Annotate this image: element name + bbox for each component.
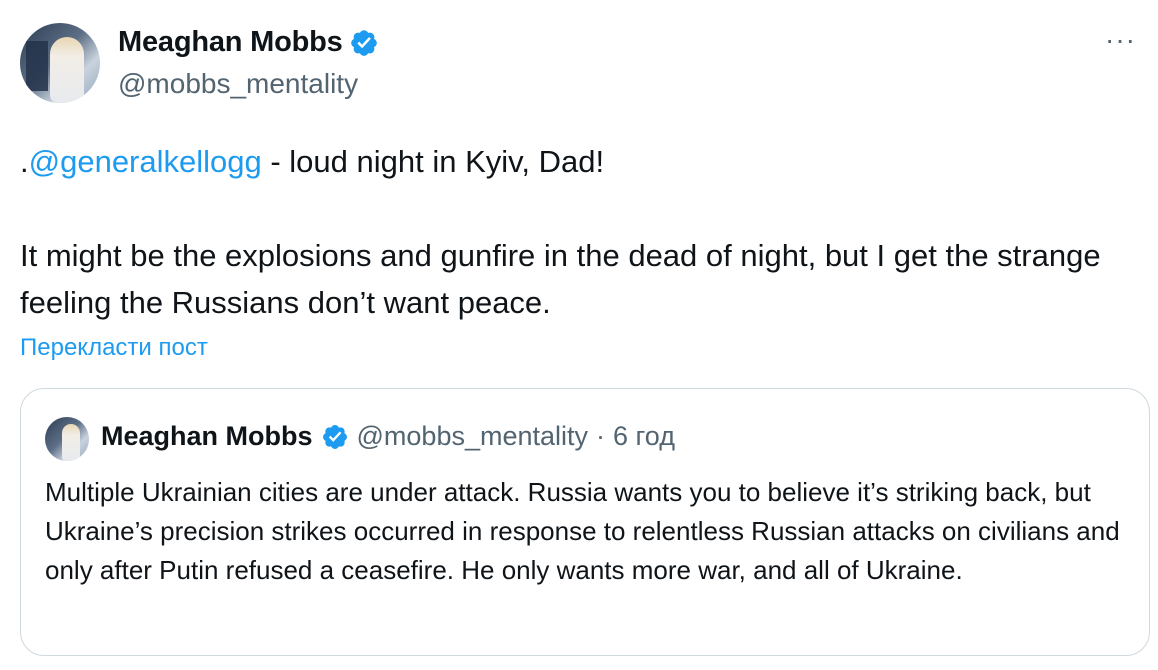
quoted-text: Multiple Ukrainian cities are under atta…: [45, 477, 1120, 585]
author-display-name[interactable]: Meaghan Mobbs: [118, 26, 343, 59]
translate-post-link[interactable]: Перекласти пост: [20, 334, 208, 362]
tweet-prefix: .: [20, 144, 29, 179]
tweet-text: .@generalkellogg - loud night in Kyiv, D…: [20, 138, 1140, 326]
quoted-avatar-figure: [62, 424, 80, 461]
avatar-background: [26, 41, 48, 91]
author-handle[interactable]: @mobbs_mentality: [118, 68, 358, 100]
avatar-figure: [50, 37, 84, 103]
quoted-header: Meaghan Mobbs @mobbs_mentality · 6 год: [101, 421, 675, 452]
tweet-card: Meaghan Mobbs @mobbs_mentality ··· .@gen…: [0, 0, 1158, 670]
verified-badge-icon[interactable]: [349, 28, 379, 58]
quoted-tweet[interactable]: Meaghan Mobbs @mobbs_mentality · 6 год M…: [20, 388, 1150, 656]
tweet-paragraph-2: It might be the explosions and gunfire i…: [20, 238, 1101, 320]
mention-link[interactable]: @generalkellogg: [29, 144, 262, 179]
quoted-separator: ·: [596, 421, 606, 451]
avatar[interactable]: [20, 23, 100, 103]
more-horizontal-icon[interactable]: ···: [1105, 26, 1136, 54]
author-name-row: Meaghan Mobbs: [118, 26, 379, 59]
quoted-display-name[interactable]: Meaghan Mobbs: [101, 421, 313, 452]
verified-badge-icon: [322, 424, 347, 449]
tweet-line-1-text: - loud night in Kyiv, Dad!: [261, 144, 605, 179]
quoted-handle[interactable]: @mobbs_mentality: [357, 421, 589, 452]
quoted-timestamp[interactable]: 6 год: [613, 421, 675, 452]
tweet-line-1: .@generalkellogg - loud night in Kyiv, D…: [20, 138, 1140, 185]
quoted-avatar[interactable]: [45, 417, 89, 461]
